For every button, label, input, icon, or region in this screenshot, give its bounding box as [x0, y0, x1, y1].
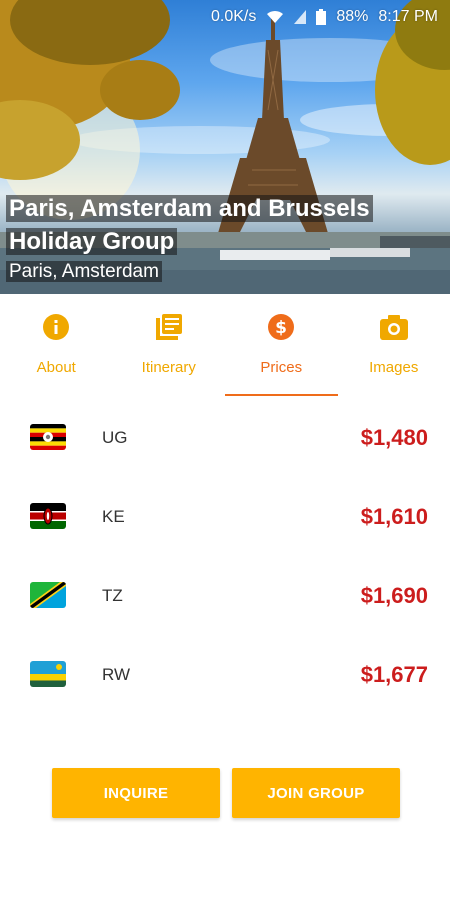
rwanda-flag [30, 661, 66, 687]
price-value: $1,610 [360, 503, 428, 529]
clock: 8:17 PM [378, 8, 438, 25]
camera-icon [379, 312, 409, 342]
join-group-button[interactable]: JOIN GROUP [232, 768, 400, 818]
tab-prices[interactable]: $ Prices [225, 294, 338, 398]
tab-images-label: Images [369, 359, 419, 376]
tab-itinerary[interactable]: Itinerary [113, 294, 226, 398]
price-row-tz: TZ $1,690 [0, 556, 450, 635]
price-list: UG $1,480 KE $1,610 TZ $1,690 RW $1,677 [0, 398, 450, 714]
price-value: $1,677 [360, 661, 428, 687]
tab-indicator [113, 394, 226, 396]
battery-icon [316, 9, 327, 25]
wifi-icon [266, 10, 284, 24]
hero-banner: 0.0K/s 88% 8:17 PM Paris, Amsterdam and … [0, 0, 450, 294]
tab-images[interactable]: Images [338, 294, 450, 398]
inquire-button[interactable]: INQUIRE [52, 768, 220, 818]
country-code: UG [102, 427, 128, 447]
price-row-ke: KE $1,610 [0, 477, 450, 556]
tab-itinerary-label: Itinerary [141, 359, 196, 376]
svg-text:$: $ [275, 318, 287, 338]
tab-indicator [338, 394, 450, 396]
tab-about-label: About [36, 359, 76, 376]
country-code: KE [102, 506, 125, 526]
tab-prices-label: Prices [260, 359, 303, 376]
tab-about[interactable]: About [0, 294, 113, 398]
country-code: TZ [102, 585, 123, 605]
status-bar: 0.0K/s 88% 8:17 PM [0, 0, 450, 34]
tab-bar: About Itinerary $ Prices Images [0, 294, 450, 398]
trip-destinations: Paris, Amsterdam [6, 260, 162, 284]
battery-percent: 88% [336, 8, 369, 25]
signal-icon [294, 10, 307, 24]
uganda-flag [30, 424, 66, 450]
price-value: $1,480 [360, 424, 428, 450]
tab-indicator-active [225, 394, 338, 396]
tanzania-flag [30, 582, 66, 608]
trip-title: Paris, Amsterdam and Brussels Holiday Gr… [6, 192, 416, 258]
dollar-icon: $ [266, 312, 296, 342]
price-value: $1,690 [360, 582, 428, 608]
price-row-ug: UG $1,480 [0, 398, 450, 477]
price-row-rw: RW $1,677 [0, 635, 450, 714]
tab-indicator [0, 394, 113, 396]
info-icon [41, 312, 71, 342]
country-code: RW [102, 664, 131, 684]
kenya-flag [30, 503, 66, 529]
network-speed: 0.0K/s [211, 8, 257, 25]
itinerary-icon [154, 312, 184, 342]
